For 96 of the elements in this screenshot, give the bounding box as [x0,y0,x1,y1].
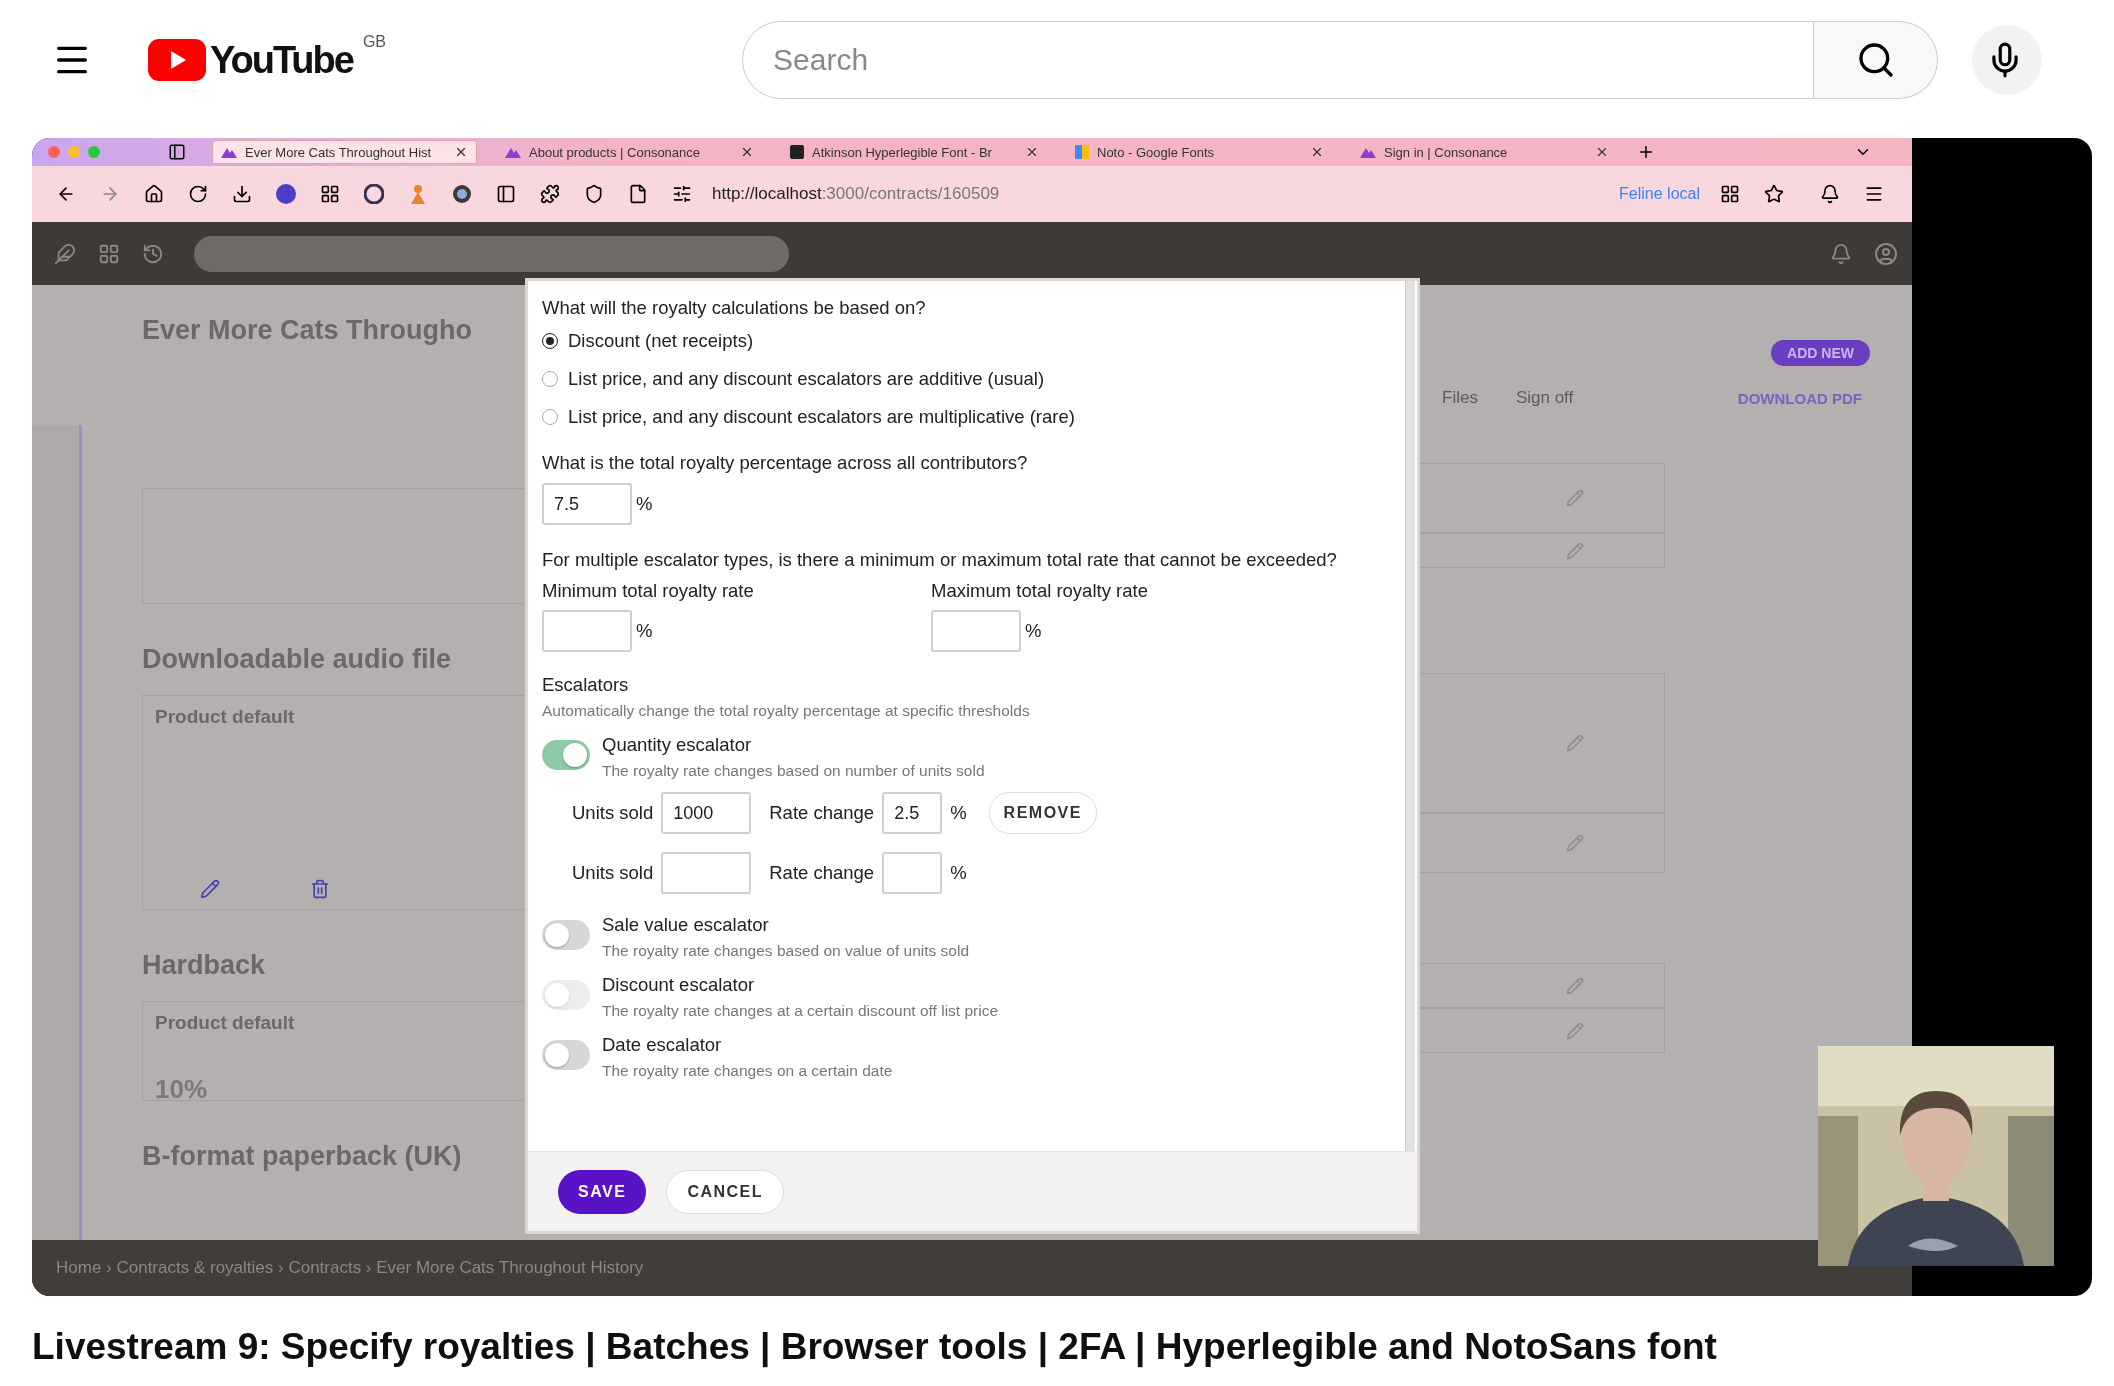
save-button[interactable]: SAVE [558,1169,647,1214]
input-field[interactable] [661,852,752,894]
mountain-icon [221,146,237,158]
hint-text: Automatically change the total royalty percentage at specific thresholds [542,702,1031,720]
color-square-icon [1075,145,1089,159]
search-field[interactable]: Search [742,21,1815,99]
history-icon[interactable] [142,242,164,265]
input-field[interactable] [882,852,943,894]
percent-label: % [950,802,967,824]
square-icon [790,145,804,159]
download-icon[interactable] [232,184,252,204]
grid-icon[interactable] [320,184,340,204]
settings-icon[interactable] [672,184,692,204]
mountain-icon [1360,146,1376,158]
percent-label: % [950,862,967,884]
field-label: Units sold [572,802,654,824]
toggle-switch[interactable] [542,1040,590,1070]
field-label: Rate change [769,802,875,824]
page-icon[interactable] [628,184,648,204]
menu-icon[interactable] [1864,184,1884,204]
browser-tab[interactable]: About products | Consonance [497,140,762,164]
browser-tab[interactable]: Sign in | Consonance [1352,140,1617,164]
escalator-name: Date escalator [602,1034,723,1056]
browser-tab[interactable]: Noto - Google Fonts [1067,140,1332,164]
avatar-icon[interactable] [1874,241,1898,266]
bell-icon[interactable] [1820,184,1840,204]
remove-button[interactable]: REMOVE [988,792,1097,834]
close-icon[interactable] [1310,145,1324,159]
card-heading: Product default [155,1012,296,1034]
page-title: Ever More Cats Througho [142,315,474,346]
question-text: For multiple escalator types, is there a minimum or maximum total rate that cannot be exceeded? [542,548,1338,572]
region-label: GB [362,32,387,51]
address-bar[interactable]: http://localhost:3000/contracts/160509 [712,184,1000,204]
browser-tab[interactable]: Atkinson Hyperlegible Font - Br [782,140,1047,164]
puzzle-icon[interactable] [540,184,560,204]
field-label: Maximum total royalty rate [931,580,1149,602]
input-field[interactable]: 2.5 [882,792,943,834]
video-title: Livestream 9: Specify royalties | Batches | Browser tools | 2FA | Hyperlegible and NotoSans font [32,1326,1718,1368]
extension-icon[interactable] [276,184,296,204]
escalator-description: The royalty rate changes based on value of units sold [602,942,970,960]
grid-icon[interactable] [1720,184,1740,204]
input-field[interactable]: 7.5 [542,483,632,525]
radio-label[interactable]: Discount (net receipts) [568,330,754,352]
extension-icon[interactable] [364,184,384,204]
extension-icon[interactable] [452,184,472,204]
input-field[interactable] [931,610,1021,652]
percent-label: % [636,620,653,642]
cancel-button[interactable]: CANCEL [666,1169,785,1214]
figure-icon[interactable] [409,184,427,204]
mountain-icon [505,146,521,158]
feather-icon[interactable] [54,242,76,265]
percent-label: % [1025,620,1042,642]
section-heading: Downloadable audio file [142,644,453,675]
toggle-switch[interactable] [542,740,590,770]
pencil-icon[interactable] [200,879,220,899]
input-field[interactable]: 1000 [661,792,752,834]
section-heading: Escalators [542,674,630,696]
search-button[interactable] [1814,21,1939,99]
section-heading: B-format paperback (UK) [142,1141,463,1172]
field-label: Minimum total royalty rate [542,580,755,602]
section-heading: Hardback [142,950,267,981]
sidebar-icon[interactable] [168,143,186,161]
toggle-switch[interactable] [542,920,590,950]
browser-tab[interactable]: Ever More Cats Throughout Hist [212,140,477,164]
escalator-name: Discount escalator [602,974,756,996]
add-new-button[interactable]: ADD NEW [1771,340,1870,366]
panel-icon[interactable] [496,184,516,204]
play-logo-icon [148,39,206,81]
question-text: What will the royalty calculations be based on? [542,296,927,320]
radio-label[interactable]: List price, and any discount escalators are multiplicative (rare) [568,406,1075,428]
close-icon[interactable] [1025,145,1039,159]
field-label: Units sold [572,862,654,884]
escalator-description: The royalty rate changes based on number of units sold [602,762,985,780]
card-heading: Product default [155,706,296,728]
escalator-name: Quantity escalator [602,734,753,756]
reload-icon[interactable] [188,184,208,204]
question-text: What is the total royalty percentage across all contributors? [542,451,1029,475]
breadcrumb: Home › Contracts & royalties › Contracts › Ever More Cats Throughout History [56,1258,644,1278]
logo-text: YouTube [210,38,353,82]
close-icon[interactable] [454,145,468,159]
escalator-description: The royalty rate changes on a certain date [602,1062,893,1080]
close-icon[interactable] [740,145,754,159]
percent-label: % [636,493,653,515]
escalator-description: The royalty rate changes at a certain discount off list price [602,1002,999,1020]
close-icon[interactable] [1595,145,1609,159]
search-field[interactable] [194,235,789,272]
scrollbar[interactable] [1405,281,1415,1151]
input-field[interactable] [542,610,632,652]
star-icon[interactable] [1764,184,1784,204]
field-label: Rate change [769,862,875,884]
new-tab-icon[interactable] [1637,143,1655,161]
trash-icon[interactable] [310,879,330,899]
shield-icon[interactable] [584,184,604,204]
escalator-name: Sale value escalator [602,914,770,936]
radio-label[interactable]: List price, and any discount escalators are additive (usual) [568,368,1045,390]
home-icon[interactable] [144,184,164,204]
